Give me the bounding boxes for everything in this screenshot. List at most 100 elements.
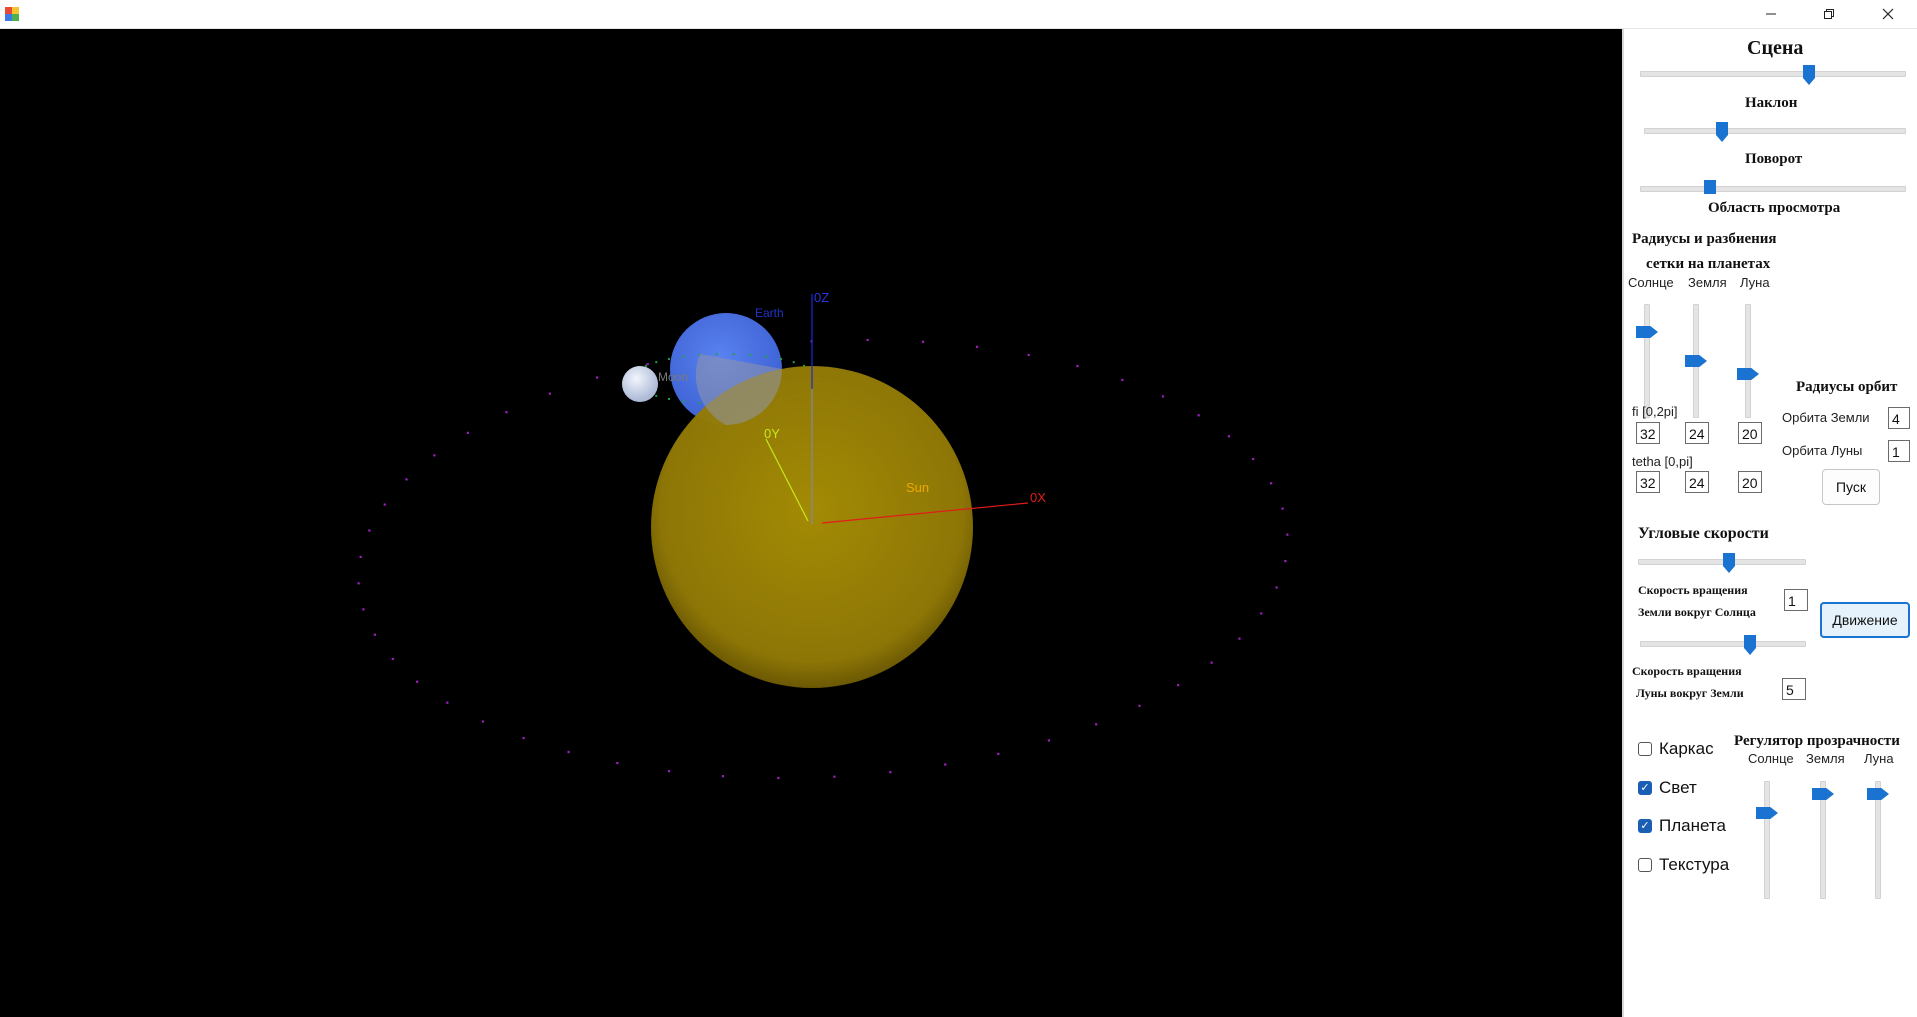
earth-orbit-dot [1238, 637, 1241, 640]
earth-orbit-dot [357, 582, 360, 585]
app-icon [5, 7, 19, 21]
minimize-button[interactable] [1742, 0, 1800, 28]
earth-orbit-dot [866, 338, 869, 342]
earth-label: Earth [755, 306, 784, 320]
earth-orbit-dot [481, 720, 485, 723]
moon-radius-slider-thumb[interactable] [1737, 368, 1759, 380]
angular-slider-thumb[interactable] [1723, 553, 1735, 573]
y-axis-label: 0Y [764, 426, 780, 441]
sun-transparency-thumb[interactable] [1756, 807, 1778, 819]
fi-moon-input[interactable]: 20 [1738, 422, 1762, 444]
earth-orbit-dot [405, 478, 408, 481]
earth-orbit-dot [595, 376, 599, 379]
earth-orbit-dot [944, 763, 947, 766]
tilt-slider-track[interactable] [1644, 128, 1906, 134]
earth-orbit-dot [548, 392, 551, 395]
texture-label: Текстура [1659, 855, 1730, 874]
close-icon [1882, 8, 1894, 20]
earth-orbit-input[interactable]: 4 [1888, 407, 1910, 429]
tilt-slider-thumb[interactable] [1716, 122, 1728, 142]
moon-orbit-label: Орбита Луны [1782, 443, 1863, 458]
orbit-radii-title: Радиусы орбит [1796, 379, 1898, 395]
close-button[interactable] [1859, 0, 1917, 28]
col-sun-label: Солнце [1628, 275, 1674, 290]
light-checkbox-box[interactable]: ✓ [1638, 781, 1652, 795]
moon-orbit-dot [715, 353, 718, 356]
earth-orbit-dot [1227, 435, 1230, 438]
moon-transparency-thumb[interactable] [1867, 788, 1889, 800]
earth-speed-input[interactable]: 1 [1784, 589, 1808, 611]
earth-transparency-thumb[interactable] [1812, 788, 1834, 800]
earth-radius-slider-thumb[interactable] [1685, 355, 1707, 367]
moon-orbit-dot [780, 358, 783, 361]
planet-checkbox-box[interactable]: ✓ [1638, 819, 1652, 833]
scene-canvas: Moon 0Z Earth 0Y Sun 0X [357, 290, 1289, 780]
earth-orbit-dot [777, 776, 780, 780]
move-button[interactable]: Движение [1820, 602, 1910, 638]
sun-radius-slider-thumb[interactable] [1636, 326, 1658, 338]
light-checkbox[interactable]: ✓ Свет [1638, 778, 1697, 798]
title-bar [0, 0, 1917, 29]
earth-speed-slider-thumb[interactable] [1744, 635, 1756, 655]
transparency-earth-label: Земля [1806, 751, 1845, 766]
angular-slider-track[interactable] [1638, 559, 1806, 565]
rotation-slider-track[interactable] [1640, 186, 1906, 192]
moon-orbit-dot [682, 400, 685, 403]
moon-orbit-dot [792, 361, 795, 364]
moon-orbit-dot [749, 353, 752, 356]
earth-orbit-dot [383, 503, 386, 506]
fi-label: fi [0,2pi] [1632, 404, 1678, 419]
wireframe-checkbox-box[interactable] [1638, 742, 1652, 756]
earth-orbit-dot [362, 608, 365, 611]
earth-orbit-dot [975, 345, 979, 348]
moon-orbit-dot [667, 397, 670, 400]
fi-sun-input[interactable]: 32 [1636, 422, 1660, 444]
transparency-moon-label: Луна [1864, 751, 1894, 766]
sun-transparency-track[interactable] [1764, 781, 1770, 899]
sun-radius-slider-track[interactable] [1644, 304, 1650, 418]
start-button[interactable]: Пуск [1822, 469, 1880, 505]
scene-viewport[interactable]: Moon 0Z Earth 0Y Sun 0X [0, 29, 1622, 1017]
rotation-label: Поворот [1745, 151, 1803, 167]
tetha-label: tetha [0,pi] [1632, 454, 1693, 469]
texture-checkbox-box[interactable] [1638, 858, 1652, 872]
col-earth-label: Земля [1688, 275, 1727, 290]
rotation-slider-thumb[interactable] [1704, 180, 1716, 194]
earth-orbit-dot [921, 340, 925, 343]
earth-orbit-dot [1260, 612, 1263, 615]
tilt-label: Наклон [1745, 95, 1798, 111]
moon-orbit-dot [682, 355, 685, 358]
earth-orbit-dot [889, 771, 892, 774]
scene-slider-track[interactable] [1640, 71, 1906, 77]
planet-label: Планета [1659, 816, 1726, 835]
radii-title-1: Радиусы и разбиения [1632, 231, 1777, 247]
earth-orbit-dot [1197, 414, 1200, 417]
earth-speed-slider-track[interactable] [1640, 641, 1806, 647]
restore-button[interactable] [1800, 0, 1858, 28]
tetha-earth-input[interactable]: 24 [1685, 471, 1709, 493]
angular-speeds-title: Угловые скорости [1638, 525, 1769, 542]
moon-orbit-input[interactable]: 1 [1888, 440, 1910, 462]
earth-orbit-dot [391, 657, 394, 661]
transparency-title: Регулятор прозрачности [1734, 733, 1900, 749]
tetha-moon-input[interactable]: 20 [1738, 471, 1762, 493]
moon-radius-slider-track[interactable] [1745, 304, 1751, 418]
transparency-sun-label: Солнце [1748, 751, 1794, 766]
scene-slider-thumb[interactable] [1803, 65, 1815, 85]
earth-orbit-dot [1047, 739, 1051, 742]
earth-orbit-dot [1284, 559, 1287, 563]
fi-earth-input[interactable]: 24 [1685, 422, 1709, 444]
earth-orbit-dot [416, 680, 419, 683]
earth-orbit-dot [997, 752, 1000, 756]
earth-orbit-label: Орбита Земли [1782, 410, 1870, 425]
wireframe-checkbox[interactable]: Каркас [1638, 739, 1714, 759]
earth-orbit-dot [616, 761, 619, 765]
tetha-sun-input[interactable]: 32 [1636, 471, 1660, 493]
earth-orbit-dot [1275, 586, 1278, 589]
sun-label: Sun [906, 480, 929, 495]
planet-checkbox[interactable]: ✓ Планета [1638, 816, 1726, 836]
moon-speed-input[interactable]: 5 [1782, 678, 1806, 700]
earth-orbit-dot [1281, 507, 1284, 510]
earth-orbit-dot [567, 750, 570, 754]
texture-checkbox[interactable]: Текстура [1638, 855, 1729, 875]
